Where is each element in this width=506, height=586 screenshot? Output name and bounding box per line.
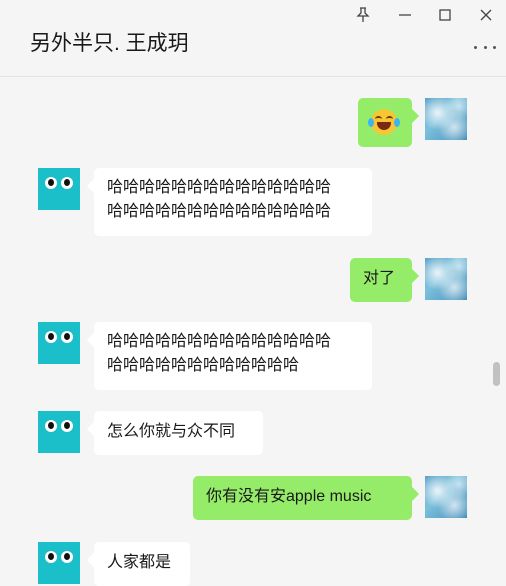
message-bubble-incoming[interactable]: 人家都是 — [94, 542, 190, 586]
message-text-line: 哈哈哈哈哈哈哈哈哈哈哈哈哈哈 — [107, 333, 332, 350]
chat-header: 另外半只. 王成玥 — [0, 0, 506, 77]
eye-icon — [45, 331, 57, 343]
eye-icon — [61, 177, 73, 189]
message-bubble-incoming[interactable]: 哈哈哈哈哈哈哈哈哈哈哈哈哈哈 哈哈哈哈哈哈哈哈哈哈哈哈哈哈 — [94, 168, 372, 236]
close-icon — [480, 9, 492, 21]
message-text-line: 哈哈哈哈哈哈哈哈哈哈哈哈哈哈 — [107, 203, 332, 220]
maximize-icon — [439, 9, 451, 21]
eye-icon — [45, 551, 57, 563]
message-bubble-incoming[interactable]: 哈哈哈哈哈哈哈哈哈哈哈哈哈哈 哈哈哈哈哈哈哈哈哈哈哈哈 — [94, 322, 372, 390]
my-avatar[interactable] — [425, 476, 467, 518]
minimize-icon — [399, 14, 411, 16]
my-avatar[interactable] — [425, 98, 467, 140]
my-avatar[interactable] — [425, 258, 467, 300]
contact-avatar[interactable] — [38, 542, 80, 584]
message-bubble-incoming[interactable]: 怎么你就与众不同 — [94, 411, 263, 455]
contact-avatar[interactable] — [38, 411, 80, 453]
message-text: 你有没有安apple music — [206, 488, 372, 505]
message-text-line: 哈哈哈哈哈哈哈哈哈哈哈哈 — [107, 357, 300, 374]
pin-button[interactable] — [350, 3, 376, 27]
eye-icon — [61, 551, 73, 563]
message-bubble-outgoing[interactable]: 对了 — [350, 258, 412, 302]
close-button[interactable] — [473, 3, 499, 27]
message-bubble-outgoing[interactable]: 你有没有安apple music — [193, 476, 412, 520]
message-text: 对了 — [363, 270, 396, 287]
eye-icon — [45, 177, 57, 189]
maximize-button[interactable] — [432, 3, 458, 27]
more-icon — [474, 45, 477, 49]
more-button[interactable] — [474, 40, 496, 54]
message-text: 怎么你就与众不同 — [107, 423, 236, 440]
message-list[interactable]: 哈哈哈哈哈哈哈哈哈哈哈哈哈哈 哈哈哈哈哈哈哈哈哈哈哈哈哈哈 对了 哈哈哈哈哈哈哈… — [0, 77, 506, 586]
eye-icon — [61, 331, 73, 343]
contact-avatar[interactable] — [38, 168, 80, 210]
message-bubble-outgoing[interactable] — [358, 98, 412, 147]
message-text: 人家都是 — [107, 554, 172, 571]
minimize-button[interactable] — [392, 3, 418, 27]
contact-avatar[interactable] — [38, 322, 80, 364]
message-text-line: 哈哈哈哈哈哈哈哈哈哈哈哈哈哈 — [107, 179, 332, 196]
pin-icon — [356, 7, 370, 22]
scrollbar-thumb[interactable] — [493, 362, 500, 386]
laughing-with-tears-emoji-icon — [368, 109, 400, 135]
eye-icon — [61, 420, 73, 432]
chat-title: 另外半只. 王成玥 — [30, 32, 189, 55]
eye-icon — [45, 420, 57, 432]
